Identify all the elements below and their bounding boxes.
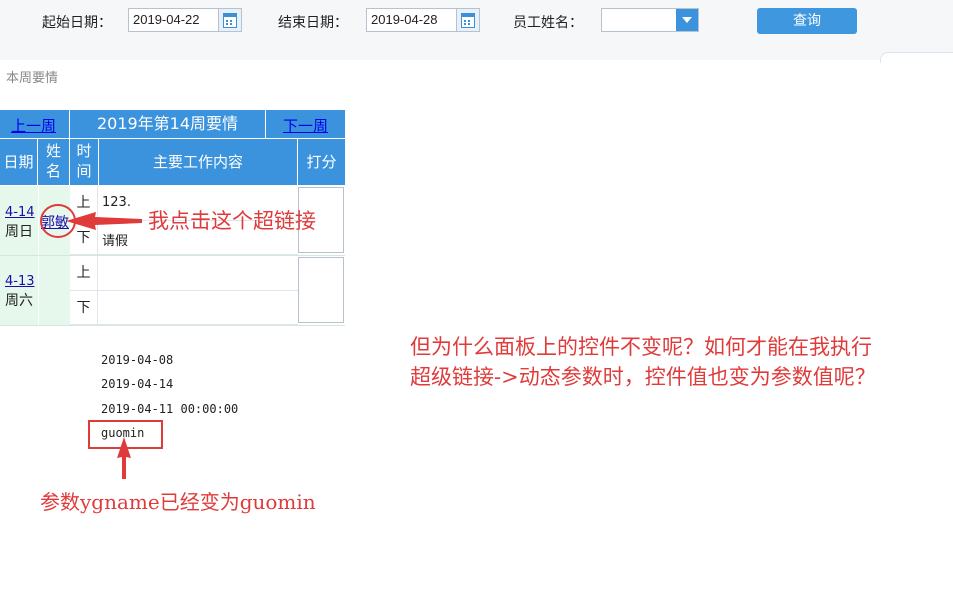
question-annotation-line1: 但为什么面板上的控件不变呢？如何才能在我执行 xyxy=(410,335,872,359)
arrow-left-icon xyxy=(66,212,142,230)
click-annotation: 我点击这个超链接 xyxy=(148,209,316,233)
question-annotation-line2: 超级链接->动态参数时，控件值也变为参数值呢？ xyxy=(410,365,876,389)
arrow-up-icon xyxy=(117,437,131,479)
param-annotation: 参数ygname已经变为guomin xyxy=(40,490,316,514)
